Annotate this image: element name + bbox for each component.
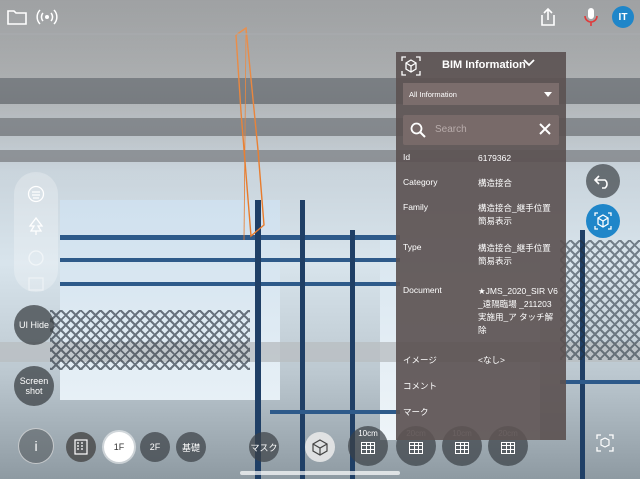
grid-icon bbox=[501, 442, 515, 454]
property-value: 構造接合_継手位置 簡易表示 bbox=[478, 203, 551, 226]
property-value: 構造接合 bbox=[478, 178, 513, 188]
signal-icon[interactable] bbox=[36, 6, 58, 28]
property-key: Type bbox=[403, 242, 422, 252]
panel-title[interactable]: BIM Information bbox=[442, 59, 526, 71]
floor-button-1f[interactable]: 1F bbox=[104, 432, 134, 462]
mask-button[interactable]: マスク bbox=[249, 432, 279, 462]
ui-hide-button[interactable]: UI Hide bbox=[14, 305, 54, 345]
property-key: Document bbox=[403, 285, 442, 295]
folder-icon[interactable] bbox=[6, 6, 28, 28]
information-filter-select[interactable]: All Information bbox=[403, 83, 559, 105]
microphone-icon[interactable] bbox=[580, 6, 602, 28]
caret-down-icon bbox=[544, 92, 552, 97]
search-placeholder: Search bbox=[435, 124, 467, 135]
building-icon[interactable] bbox=[66, 432, 96, 462]
ar-cube-icon[interactable] bbox=[586, 204, 620, 238]
grid-button-10cm[interactable]: 10cm bbox=[348, 426, 388, 466]
property-key: Id bbox=[403, 152, 411, 162]
tree-icon[interactable] bbox=[22, 212, 50, 240]
search-icon bbox=[410, 122, 426, 138]
undo-icon[interactable] bbox=[586, 164, 620, 198]
avatar[interactable]: IT bbox=[612, 6, 634, 28]
circle-icon[interactable] bbox=[22, 244, 50, 272]
panel-header: BIM Information bbox=[396, 52, 566, 80]
grid-icon bbox=[455, 442, 469, 454]
cube-icon[interactable] bbox=[305, 432, 335, 462]
chevron-down-icon[interactable] bbox=[523, 58, 535, 71]
screenshot-button[interactable]: Screen shot bbox=[14, 366, 54, 406]
home-indicator bbox=[240, 471, 400, 475]
property-value: <なし> bbox=[478, 355, 505, 365]
bim-information-panel: BIM Information All Information Search I… bbox=[396, 52, 566, 440]
grid-icon bbox=[361, 442, 375, 454]
dropdown-value: All Information bbox=[409, 89, 457, 99]
floor-button-foundation[interactable]: 基礎 bbox=[176, 432, 206, 462]
layers-icon[interactable] bbox=[22, 180, 50, 208]
property-key: イメージ bbox=[403, 355, 437, 365]
property-key: Family bbox=[403, 202, 429, 212]
property-value: 6179362 bbox=[478, 153, 512, 163]
grid-icon bbox=[409, 442, 423, 454]
bim-cube-icon bbox=[400, 55, 422, 77]
frame-icon[interactable] bbox=[22, 270, 50, 298]
top-bar: IT bbox=[0, 0, 640, 34]
property-value: 構造接合_継手位置 簡易表示 bbox=[478, 243, 551, 266]
property-value: ★JMS_2020_SIR V6_遠隔臨場 _211203実施用_ア タッチ解除 bbox=[478, 286, 558, 335]
share-icon[interactable] bbox=[537, 6, 559, 28]
scan-icon[interactable] bbox=[588, 426, 622, 460]
property-key: マーク bbox=[403, 407, 429, 417]
property-key: コメント bbox=[403, 381, 438, 391]
info-button[interactable]: i bbox=[18, 428, 54, 464]
close-icon[interactable] bbox=[537, 121, 553, 137]
property-key: Category bbox=[403, 177, 438, 187]
floor-button-2f[interactable]: 2F bbox=[140, 432, 170, 462]
search-input[interactable]: Search bbox=[403, 115, 559, 145]
